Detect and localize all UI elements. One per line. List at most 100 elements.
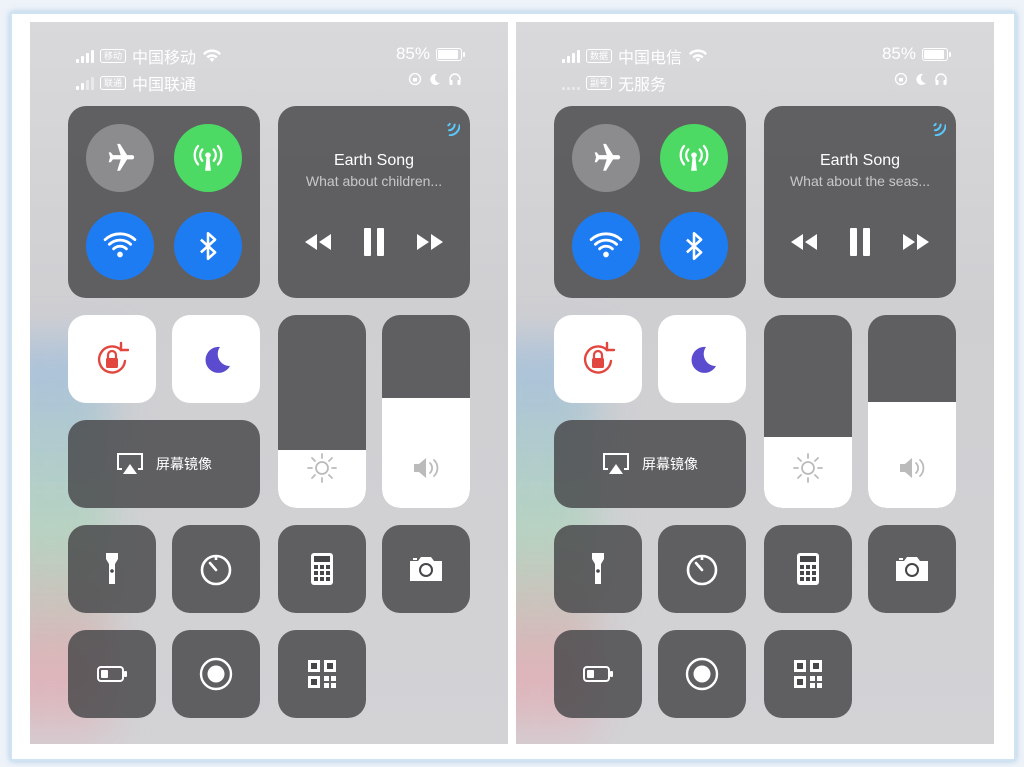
cellular-icon [679,144,709,171]
fast-forward-icon[interactable] [414,229,446,255]
screen-record-icon [199,657,233,691]
connectivity-tile [554,106,746,298]
brightness-icon [793,453,823,483]
calculator-button[interactable] [764,525,852,613]
sim1-carrier: 中国移动 [132,50,197,67]
volume-slider[interactable] [382,315,470,508]
screen-record-icon [685,657,719,691]
camera-icon [896,557,928,581]
sim1-tag: 数据 [586,49,613,63]
rotation-lock-button[interactable] [554,315,642,403]
pause-icon[interactable] [362,226,386,258]
airplane-icon [594,143,621,171]
timer-icon [686,554,718,586]
bluetooth-toggle[interactable] [174,212,242,280]
headphones-status-icon [449,73,461,85]
brightness-slider[interactable] [764,315,852,508]
sim2-carrier: 无服务 [618,77,667,94]
qr-code-icon [308,660,336,688]
low-power-icon [583,666,613,682]
status-bar: 移动 中国移动 联通 中国联通 85% [30,22,508,102]
airplane-mode-toggle[interactable] [86,124,154,192]
volume-slider[interactable] [868,315,956,508]
calculator-icon [797,553,819,585]
moon-icon [205,346,230,373]
now-playing-tile[interactable]: Earth Song What about the seas... [764,106,956,298]
camera-button[interactable] [382,525,470,613]
timer-button[interactable] [172,525,260,613]
battery-percent: 85% [395,44,430,63]
sim1-tag: 移动 [100,49,127,63]
wifi-icon [589,232,623,258]
signal-icon [562,49,580,63]
timer-button[interactable] [658,525,746,613]
wifi-status-icon [689,49,708,62]
brightness-icon [307,453,337,483]
cellular-data-toggle[interactable] [660,124,728,192]
sim1-carrier: 中国电信 [618,50,683,67]
cellular-data-toggle[interactable] [174,124,242,192]
signal-icon-2 [76,76,94,90]
song-title: Earth Song [333,152,415,169]
rotation-lock-button[interactable] [68,315,156,403]
low-power-icon [97,666,127,682]
battery-percent: 85% [881,44,916,63]
do-not-disturb-button[interactable] [658,315,746,403]
moon-status-icon [430,73,440,85]
airplay-icon[interactable] [924,116,946,136]
brightness-slider[interactable] [278,315,366,508]
screen-mirroring-button[interactable]: 屏幕镜像 [554,420,746,508]
song-title: Earth Song [819,152,901,169]
pause-icon[interactable] [848,226,872,258]
screen-record-button[interactable] [658,630,746,718]
rotation-lock-icon [97,341,130,374]
sim2-carrier: 中国联通 [132,77,197,94]
rewind-icon[interactable] [302,229,334,255]
airplay-icon[interactable] [438,116,460,136]
camera-icon [410,557,442,581]
timer-icon [200,554,232,586]
low-power-mode-button[interactable] [68,630,156,718]
cellular-icon [193,144,223,171]
flashlight-icon [106,553,118,584]
calculator-button[interactable] [278,525,366,613]
qr-scanner-button[interactable] [764,630,852,718]
headphones-status-icon [935,73,947,85]
volume-icon [900,458,925,478]
battery-icon [436,47,465,61]
do-not-disturb-button[interactable] [172,315,260,403]
no-signal-icon [562,77,580,90]
signal-icon [76,49,94,63]
rewind-icon[interactable] [788,229,820,255]
sim2-tag: 副号 [586,76,613,90]
song-subtitle: What about the seas... [789,173,931,189]
screen-divider [511,22,515,744]
airplane-mode-toggle[interactable] [572,124,640,192]
status-bar: 数据 中国电信 副号 无服务 85% [516,22,994,102]
wifi-status-icon [203,49,222,62]
low-power-mode-button[interactable] [554,630,642,718]
qr-scanner-button[interactable] [278,630,366,718]
now-playing-tile[interactable]: Earth Song What about children... [278,106,470,298]
sim2-tag: 联通 [100,76,127,90]
camera-button[interactable] [868,525,956,613]
flashlight-button[interactable] [554,525,642,613]
screen-record-button[interactable] [172,630,260,718]
wifi-toggle[interactable] [86,212,154,280]
volume-icon [414,458,439,478]
rotation-lock-icon [583,341,616,374]
screen-mirror-icon [117,453,143,474]
moon-icon [691,346,716,373]
fast-forward-icon[interactable] [900,229,932,255]
airplane-icon [108,143,135,171]
screen-mirroring-label: 屏幕镜像 [156,456,212,472]
song-subtitle: What about children... [305,173,443,189]
bluetooth-icon [200,231,217,261]
screen-mirroring-button[interactable]: 屏幕镜像 [68,420,260,508]
flashlight-button[interactable] [68,525,156,613]
calculator-icon [311,553,333,585]
bluetooth-toggle[interactable] [660,212,728,280]
wifi-toggle[interactable] [572,212,640,280]
flashlight-icon [592,553,604,584]
orientation-lock-status-icon [408,72,422,86]
